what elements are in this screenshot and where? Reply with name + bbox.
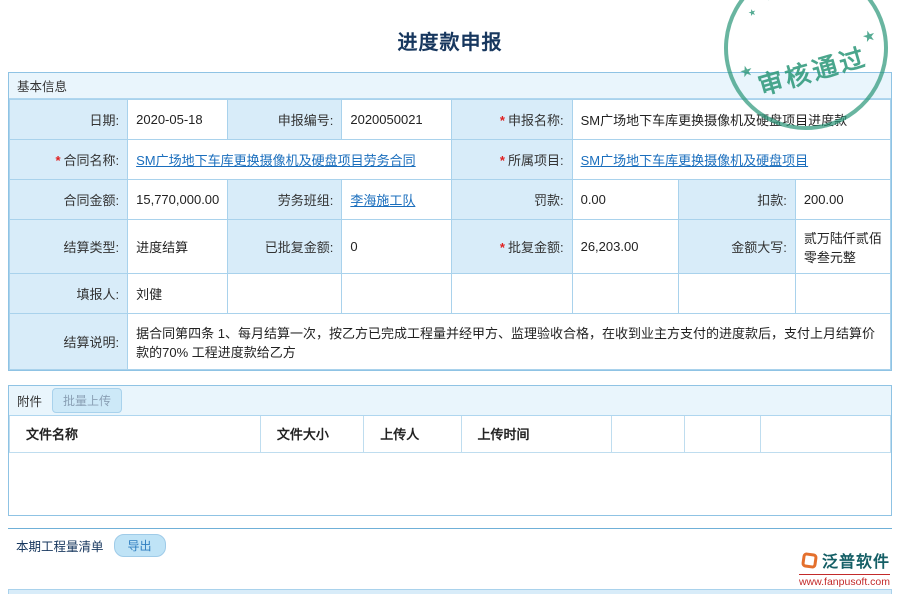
labor-team-link[interactable]: 李海施工队 <box>350 193 415 208</box>
contract-amount-value: 15,770,000.00 <box>128 180 228 220</box>
preparer-label: 填报人: <box>77 287 120 302</box>
preparer-label-cell: 填报人: <box>10 274 128 314</box>
penalty-label: 罚款: <box>534 193 564 208</box>
declaration-no-value: 2020050021 <box>342 100 452 140</box>
file-size-column-header: 文件大小 <box>260 416 363 452</box>
empty-column-header <box>760 416 891 452</box>
amount-in-words-label: 金额大写: <box>731 240 787 255</box>
fanpu-logo-icon <box>801 552 818 569</box>
project-label: 所属项目: <box>508 153 564 168</box>
uploader-column-header: 上传人 <box>364 416 461 452</box>
form-content: 基本信息 日期: 2020-05-18 申报编号: 2020050021 *申报… <box>8 72 892 562</box>
project-value-cell: SM广场地下车库更换摄像机及硬盘项目 <box>572 140 890 180</box>
basic-info-table: 日期: 2020-05-18 申报编号: 2020050021 *申报名称: S… <box>9 99 891 370</box>
date-label-cell: 日期: <box>10 100 128 140</box>
amount-in-words-value: 贰万陆仟贰佰零叁元整 <box>795 220 890 274</box>
settlement-type-label: 结算类型: <box>64 240 120 255</box>
basic-info-header: 基本信息 <box>9 73 891 99</box>
approved-amount-value: 0 <box>342 220 452 274</box>
settlement-note-label-cell: 结算说明: <box>10 314 128 370</box>
quantity-list-title: 本期工程量清单 <box>16 536 104 555</box>
declaration-name-value: SM广场地下车库更换摄像机及硬盘项目进度款 <box>572 100 890 140</box>
basic-info-row-2: *合同名称: SM广场地下车库更换摄像机及硬盘项目劳务合同 *所属项目: SM广… <box>10 140 891 180</box>
attachments-empty-body <box>9 453 891 515</box>
contract-amount-label: 合同金额: <box>64 193 120 208</box>
project-link[interactable]: SM广场地下车库更换摄像机及硬盘项目 <box>581 153 809 168</box>
empty-cell <box>452 274 572 314</box>
approval-amount-label: 批复金额: <box>508 240 564 255</box>
attachments-table: 文件名称 文件大小 上传人 上传时间 <box>9 416 891 453</box>
export-button[interactable]: 导出 <box>114 534 166 557</box>
penalty-label-cell: 罚款: <box>452 180 572 220</box>
required-asterisk: * <box>55 153 60 168</box>
basic-info-row-5: 填报人: 刘健 <box>10 274 891 314</box>
required-asterisk: * <box>500 113 505 128</box>
deduction-value: 200.00 <box>795 180 890 220</box>
file-name-column-header: 文件名称 <box>10 416 261 452</box>
declaration-no-label-cell: 申报编号: <box>228 100 342 140</box>
settlement-note-value: 据合同第四条 1、每月结算一次，按乙方已完成工程量并经甲方、监理验收合格，在收到… <box>128 314 891 370</box>
attachments-header-row: 文件名称 文件大小 上传人 上传时间 <box>10 416 891 452</box>
attachments-header: 附件 批量上传 <box>9 386 891 416</box>
approved-amount-label: 已批复金额: <box>265 240 334 255</box>
empty-column-header <box>685 416 760 452</box>
basic-info-row-1: 日期: 2020-05-18 申报编号: 2020050021 *申报名称: S… <box>10 100 891 140</box>
labor-team-label-cell: 劳务班组: <box>228 180 342 220</box>
basic-info-title: 基本信息 <box>17 76 67 95</box>
date-label: 日期: <box>90 113 120 128</box>
fanpu-brand-row: 泛普软件 <box>799 548 890 572</box>
empty-cell <box>228 274 342 314</box>
amount-in-words-label-cell: 金额大写: <box>678 220 795 274</box>
fanpu-logo: 泛普软件 www.fanpusoft.com <box>799 548 890 590</box>
fanpu-brand-name: 泛普软件 <box>822 548 890 572</box>
settlement-type-label-cell: 结算类型: <box>10 220 128 274</box>
attachments-title: 附件 <box>17 391 42 410</box>
project-label-cell: *所属项目: <box>452 140 572 180</box>
settlement-note-label: 结算说明: <box>64 335 120 350</box>
basic-info-row-6: 结算说明: 据合同第四条 1、每月结算一次，按乙方已完成工程量并经甲方、监理验收… <box>10 314 891 370</box>
required-asterisk: * <box>500 240 505 255</box>
deduction-label-cell: 扣款: <box>678 180 795 220</box>
required-asterisk: * <box>500 153 505 168</box>
empty-column-header <box>612 416 685 452</box>
upload-time-column-header: 上传时间 <box>461 416 612 452</box>
batch-upload-button[interactable]: 批量上传 <box>52 388 122 413</box>
fanpu-website: www.fanpusoft.com <box>799 574 890 588</box>
contract-name-value-cell: SM广场地下车库更换摄像机及硬盘项目劳务合同 <box>128 140 452 180</box>
labor-team-value-cell: 李海施工队 <box>342 180 452 220</box>
date-value: 2020-05-18 <box>128 100 228 140</box>
contract-name-label-cell: * 合同名称: <box>10 140 128 180</box>
declaration-name-label: 申报名称: <box>508 113 564 128</box>
approval-amount-value: 26,203.00 <box>572 220 678 274</box>
quantity-list-section: 本期工程量清单 导出 <box>8 528 892 562</box>
penalty-value: 0.00 <box>572 180 678 220</box>
basic-info-section: 基本信息 日期: 2020-05-18 申报编号: 2020050021 *申报… <box>8 72 892 371</box>
settlement-type-value: 进度结算 <box>128 220 228 274</box>
contract-amount-label-cell: 合同金额: <box>10 180 128 220</box>
empty-cell <box>795 274 890 314</box>
empty-cell <box>678 274 795 314</box>
basic-info-row-4: 结算类型: 进度结算 已批复金额: 0 *批复金额: 26,203.00 金额大… <box>10 220 891 274</box>
contract-name-link[interactable]: SM广场地下车库更换摄像机及硬盘项目劳务合同 <box>136 153 416 168</box>
labor-team-label: 劳务班组: <box>278 193 334 208</box>
deduction-label: 扣款: <box>757 193 787 208</box>
page-title: 进度款申报 <box>0 0 900 55</box>
declaration-no-label: 申报编号: <box>278 113 334 128</box>
approved-amount-label-cell: 已批复金额: <box>228 220 342 274</box>
attachments-section: 附件 批量上传 文件名称 文件大小 上传人 上传时间 <box>8 385 892 516</box>
next-table-header-strip <box>8 589 892 594</box>
preparer-value: 刘健 <box>128 274 228 314</box>
empty-cell <box>572 274 678 314</box>
progress-payment-declaration-page: 进度款申报 ★ ★ ★ ★ ★ ★ ★ 审核通过 基本信息 日期: <box>0 0 900 594</box>
approval-amount-label-cell: *批复金额: <box>452 220 572 274</box>
declaration-name-label-cell: *申报名称: <box>452 100 572 140</box>
empty-cell <box>342 274 452 314</box>
basic-info-row-3: 合同金额: 15,770,000.00 劳务班组: 李海施工队 罚款: 0.00… <box>10 180 891 220</box>
contract-name-label: 合同名称: <box>64 153 120 168</box>
